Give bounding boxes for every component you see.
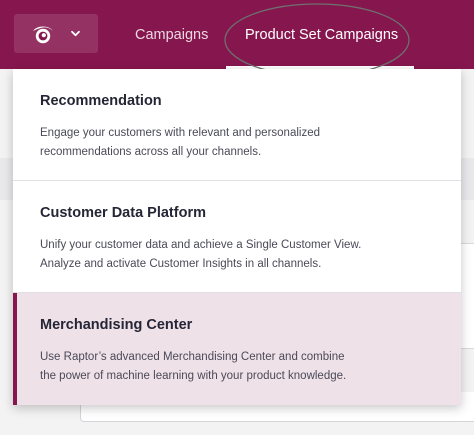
tab-campaigns[interactable]: Campaigns bbox=[135, 0, 208, 69]
menu-item-title: Recommendation bbox=[40, 93, 162, 109]
menu-item-customer-data-platform[interactable]: Customer Data Platform Unify your custom… bbox=[13, 181, 461, 293]
menu-item-description: Unify your customer data and achieve a S… bbox=[40, 239, 362, 270]
chevron-down-icon bbox=[71, 30, 80, 37]
menu-item-description: Engage your customers with relevant and … bbox=[40, 127, 320, 158]
menu-item-merchandising-center[interactable]: Merchandising Center Use Raptor’s advanc… bbox=[13, 293, 461, 405]
product-switcher-button[interactable] bbox=[14, 14, 98, 53]
menu-item-recommendation[interactable]: Recommendation Engage your customers wit… bbox=[13, 69, 461, 181]
product-switcher-menu: Recommendation Engage your customers wit… bbox=[13, 69, 461, 405]
raptor-eye-logo-icon bbox=[33, 26, 53, 44]
menu-item-description: Use Raptor’s advanced Merchandising Cent… bbox=[40, 351, 347, 382]
menu-item-title: Customer Data Platform bbox=[40, 205, 206, 221]
selected-item-accent-bar bbox=[13, 293, 17, 405]
top-navigation-bar: Campaigns Product Set Campaigns bbox=[0, 0, 474, 69]
tab-product-set-campaigns[interactable]: Product Set Campaigns bbox=[245, 0, 398, 69]
menu-item-title: Merchandising Center bbox=[40, 317, 193, 333]
